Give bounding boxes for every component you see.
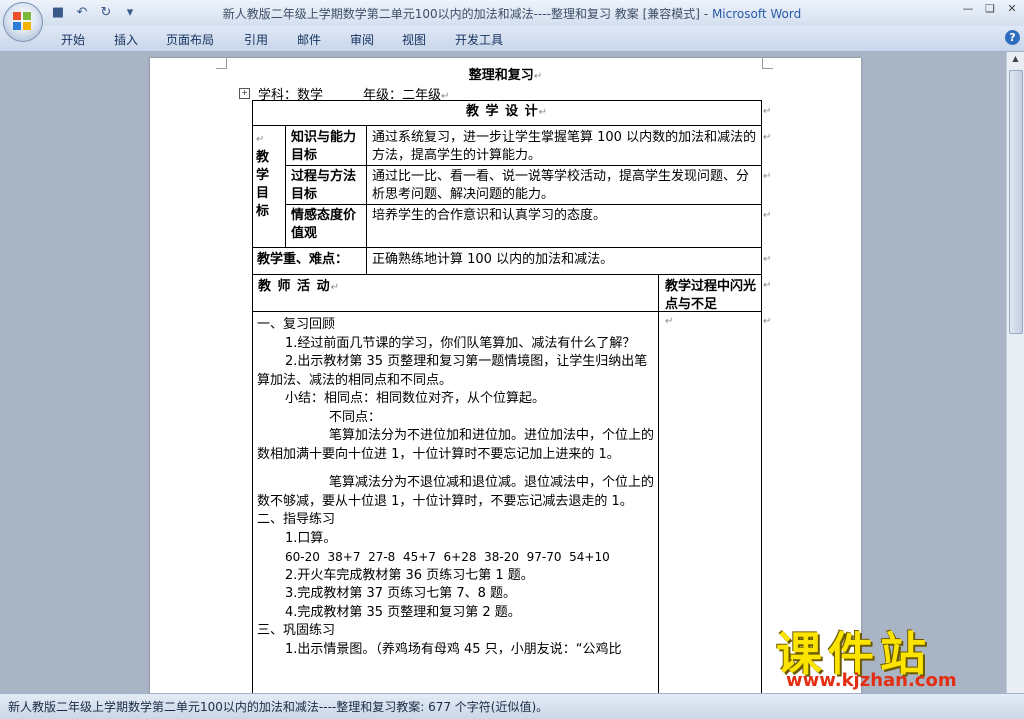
document-page[interactable]: 整理和复习↵ + 学科：数学 年级：二年级↵ 教 学 设 计↵ ↵ 教 学 目 标… [150, 58, 861, 693]
table-border [285, 125, 286, 247]
body-paragraph: 4.完成教材第 35 页整理和复习第 2 题。 [285, 604, 521, 620]
teacher-activity-header: 教 师 活 动↵ [258, 279, 340, 294]
goal-label-knowledge: 知识与能力目标 [291, 130, 357, 163]
tab-references[interactable]: 引用 [244, 31, 268, 48]
office-logo-icon [13, 12, 33, 32]
goal-label-process: 过程与方法目标 [291, 169, 357, 202]
row-end-mark: ↵ [763, 254, 772, 265]
lesson-body: 一、复习回顾 1.经过前面几节课的学习，你们队笔算加、减法有什么了解？ 2.出示… [257, 316, 655, 659]
close-icon[interactable]: ✕ [1004, 2, 1020, 16]
body-paragraph: 小结：相同点：相同数位对齐，从个位算起。 [285, 391, 546, 406]
goal-text-emotion: 培养学生的合作意识和认真学习的态度。 [372, 208, 607, 223]
goal-label-emotion: 情感态度价值观 [291, 208, 357, 241]
body-paragraph: 1.出示情景图。（养鸡场有母鸡 45 只，小朋友说：“公鸡比 [285, 641, 622, 657]
table-border [285, 204, 761, 205]
section-heading: 二、指导练习 [257, 512, 336, 527]
table-move-handle-icon[interactable]: + [239, 88, 250, 99]
office-button[interactable] [3, 2, 43, 42]
section-heading: 一、复习回顾 [257, 317, 336, 332]
table-border [252, 125, 761, 126]
window-controls: — ❏ ✕ [960, 2, 1020, 16]
goal-text-process: 通过比一比、看一看、说一说等学校活动，提高学生发现问题、分析思考问题、解决问题的… [372, 169, 750, 202]
row-end-mark: ↵ [763, 210, 772, 221]
window-title: 新人教版二年级上学期数学第二单元100以内的加法和减法----整理和复习 教案 … [222, 7, 802, 21]
tab-mailings[interactable]: 邮件 [297, 31, 321, 48]
body-paragraph: 1.经过前面几节课的学习，你们队笔算加、减法有什么了解？ [285, 335, 636, 351]
reflection-header: 教学过程中闪光点与不足 [665, 279, 757, 312]
document-heading: 整理和复习↵ [468, 68, 543, 83]
minimize-icon[interactable]: — [960, 2, 976, 16]
tab-home[interactable]: 开始 [61, 31, 85, 48]
oral-calc-line: 60-20 38+7 27-8 45+7 6+28 38-20 97-70 54… [285, 550, 610, 564]
body-paragraph: 不同点： [329, 409, 382, 425]
row-end-mark: ↵ [763, 316, 772, 327]
goal-section-label: ↵ 教 学 目 标 [256, 134, 270, 219]
watermark-url: www.kjzhan.com [786, 670, 957, 691]
body-paragraph: 笔算减法分为不退位减和退位减。退位减法中，个位上的数不够减，要从十位退 1，十位… [257, 475, 655, 509]
status-bar: 新人教版二年级上学期数学第二单元100以内的加法和减法----整理和复习教案: … [0, 693, 1024, 719]
section-heading: 三、巩固练习 [257, 623, 336, 638]
tab-developer[interactable]: 开发工具 [455, 31, 503, 48]
table-border [252, 274, 761, 275]
table-border [285, 165, 761, 166]
tab-review[interactable]: 审阅 [350, 31, 374, 48]
body-paragraph: 2.开火车完成教材第 36 页练习七第 1 题。 [285, 567, 534, 583]
tab-view[interactable]: 视图 [402, 31, 426, 48]
help-icon[interactable]: ? [1005, 30, 1020, 45]
cell-end-mark: ↵ [665, 316, 674, 327]
restore-icon[interactable]: ❏ [982, 2, 998, 16]
goal-text-knowledge: 通过系统复习，进一步让学生掌握笔算 100 以内数的加法和减法的方法，提高学生的… [372, 130, 757, 163]
table-title: 教 学 设 计↵ [466, 104, 548, 119]
key-points-label: 教学重、难点： [257, 252, 349, 267]
row-end-mark: ↵ [763, 106, 772, 117]
key-points-text: 正确熟练地计算 100 以内的加法和减法。 [372, 252, 614, 267]
ribbon-tabs: 开始 插入 页面布局 引用 邮件 审阅 视图 开发工具 ? [0, 26, 1024, 52]
table-border [761, 100, 762, 693]
document-area: 整理和复习↵ + 学科：数学 年级：二年级↵ 教 学 设 计↵ ↵ 教 学 目 标… [0, 52, 1007, 693]
table-border [252, 100, 253, 693]
scroll-thumb[interactable] [1009, 70, 1023, 334]
table-border [658, 274, 659, 693]
body-paragraph: 1.口算。 [285, 530, 337, 546]
vertical-scrollbar[interactable]: ▲ [1006, 52, 1024, 693]
row-end-mark: ↵ [763, 171, 772, 182]
status-text: 新人教版二年级上学期数学第二单元100以内的加法和减法----整理和复习教案: … [8, 700, 549, 714]
row-end-mark: ↵ [763, 280, 772, 291]
row-end-mark: ↵ [763, 132, 772, 143]
scroll-up-icon[interactable]: ▲ [1009, 54, 1022, 66]
tab-page-layout[interactable]: 页面布局 [166, 31, 214, 48]
table-border [252, 100, 761, 101]
body-paragraph: 2.出示教材第 35 页整理和复习第一题情境图，让学生归纳出笔算加法、减法的相同… [257, 354, 648, 388]
tab-insert[interactable]: 插入 [114, 31, 138, 48]
table-border [252, 247, 761, 248]
title-bar: ■ ↶ ↻ ▾ 新人教版二年级上学期数学第二单元100以内的加法和减法----整… [0, 0, 1024, 27]
body-paragraph: 3.完成教材第 37 页练习七第 7、8 题。 [285, 586, 517, 601]
body-paragraph: 笔算加法分为不进位加和进位加。进位加法中，个位上的数相加满十要向十位进 1，十位… [257, 428, 655, 462]
